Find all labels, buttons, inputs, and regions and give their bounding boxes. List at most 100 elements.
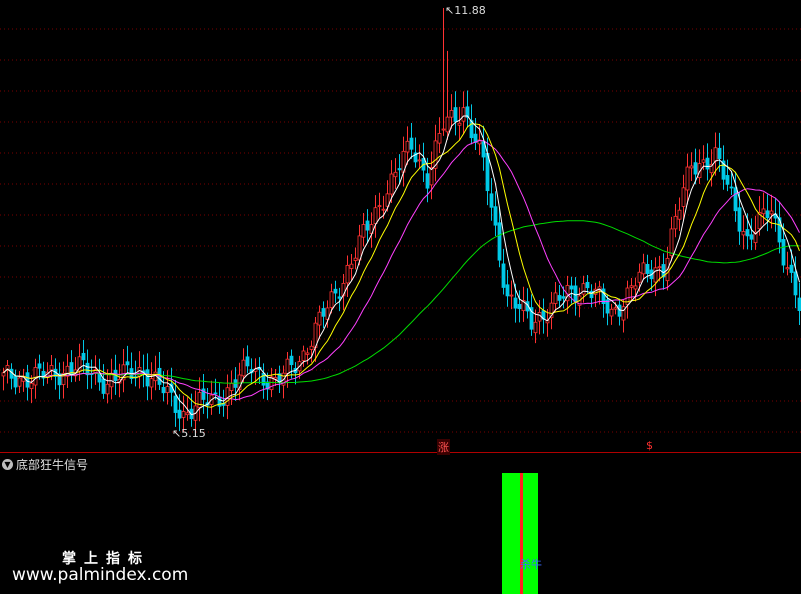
candle xyxy=(261,363,266,399)
candle xyxy=(721,145,726,190)
candle xyxy=(725,159,730,192)
high-price-label: ↖11.88 xyxy=(445,4,486,17)
indicator-panel-title[interactable]: ▼ 底部狂牛信号 xyxy=(2,456,88,473)
candle-body xyxy=(445,116,450,133)
candle-body xyxy=(389,173,394,195)
candle xyxy=(69,350,74,383)
candle xyxy=(73,357,78,382)
candle-body xyxy=(161,387,166,394)
chevron-down-icon[interactable]: ▼ xyxy=(2,459,13,470)
candle xyxy=(289,349,294,379)
candle-body xyxy=(497,222,502,261)
candle-body xyxy=(505,284,510,297)
candle-body xyxy=(513,297,518,309)
candle xyxy=(313,316,318,362)
candle-body xyxy=(49,365,54,371)
candle xyxy=(453,91,458,136)
candle-body xyxy=(81,352,86,361)
candle-body xyxy=(333,288,338,294)
candle-body xyxy=(609,308,614,317)
candle-body xyxy=(501,263,506,288)
candle xyxy=(621,299,626,333)
candle xyxy=(29,375,34,404)
candle xyxy=(57,362,62,400)
candle xyxy=(5,359,10,384)
candle xyxy=(109,358,114,400)
candle xyxy=(685,153,690,205)
low-price-label: ↖5.15 xyxy=(172,427,206,440)
candle-body xyxy=(441,128,446,131)
candle-body xyxy=(373,207,378,224)
candle-body xyxy=(705,157,710,170)
candle xyxy=(429,151,434,200)
candle-body xyxy=(585,281,590,289)
candle-body xyxy=(321,308,326,317)
signal-label: 杀牛 xyxy=(520,558,542,571)
candle xyxy=(441,8,446,136)
candle xyxy=(293,362,298,385)
candle-body xyxy=(745,229,750,237)
candle-body xyxy=(449,110,454,118)
candle xyxy=(493,191,498,237)
candle xyxy=(765,194,770,232)
event-marker-dollar[interactable]: $ xyxy=(646,439,653,452)
candle xyxy=(549,291,554,330)
candle-body xyxy=(693,162,698,175)
candle xyxy=(201,373,206,414)
candle xyxy=(709,149,714,187)
candle-body xyxy=(749,234,754,240)
candle xyxy=(9,363,14,390)
candle-body xyxy=(553,292,558,304)
candle-body xyxy=(457,122,462,126)
candle xyxy=(677,197,682,232)
watermark-url: www.palmindex.com xyxy=(12,565,189,585)
candle-body xyxy=(349,263,354,269)
candle-body xyxy=(493,206,498,226)
candle-body xyxy=(213,392,218,395)
candle xyxy=(193,390,198,432)
candle-body xyxy=(761,208,766,215)
candle-body xyxy=(633,285,638,290)
candle-body xyxy=(29,382,34,390)
candle xyxy=(645,254,650,283)
candle-body xyxy=(533,321,538,334)
candle-body xyxy=(357,235,362,261)
candle xyxy=(521,286,526,322)
candle-body xyxy=(329,291,334,308)
event-marker-zhang[interactable]: 涨 xyxy=(437,439,450,455)
chart-stage xyxy=(0,8,801,594)
candle-body xyxy=(613,307,618,310)
candle xyxy=(557,284,562,307)
candle-body xyxy=(645,263,650,274)
candle xyxy=(553,282,558,312)
candle xyxy=(77,343,82,381)
candle-body xyxy=(581,283,586,295)
candlestick-series xyxy=(1,8,801,432)
candle xyxy=(13,369,18,395)
candle-body xyxy=(125,361,130,366)
candle-body xyxy=(13,375,18,388)
candle-body xyxy=(453,107,458,122)
candle-body xyxy=(573,285,578,303)
candle xyxy=(689,152,694,182)
candle-body xyxy=(537,312,542,322)
candle-body xyxy=(713,147,718,162)
candle-body xyxy=(641,262,646,275)
candle-body xyxy=(489,193,494,208)
candle xyxy=(173,379,178,427)
candle-body xyxy=(229,383,234,391)
candle-body xyxy=(733,187,738,212)
candle-body xyxy=(461,107,466,122)
candle-body xyxy=(673,215,678,230)
candle xyxy=(153,355,158,391)
candle xyxy=(317,305,322,339)
candle xyxy=(53,358,58,390)
candle-body xyxy=(185,412,190,416)
candle xyxy=(625,280,630,319)
candle-body xyxy=(37,363,42,369)
candle xyxy=(409,122,414,159)
candle-body xyxy=(173,395,178,413)
candle-body xyxy=(617,304,622,317)
candle xyxy=(85,349,90,390)
candle-body xyxy=(165,386,170,393)
